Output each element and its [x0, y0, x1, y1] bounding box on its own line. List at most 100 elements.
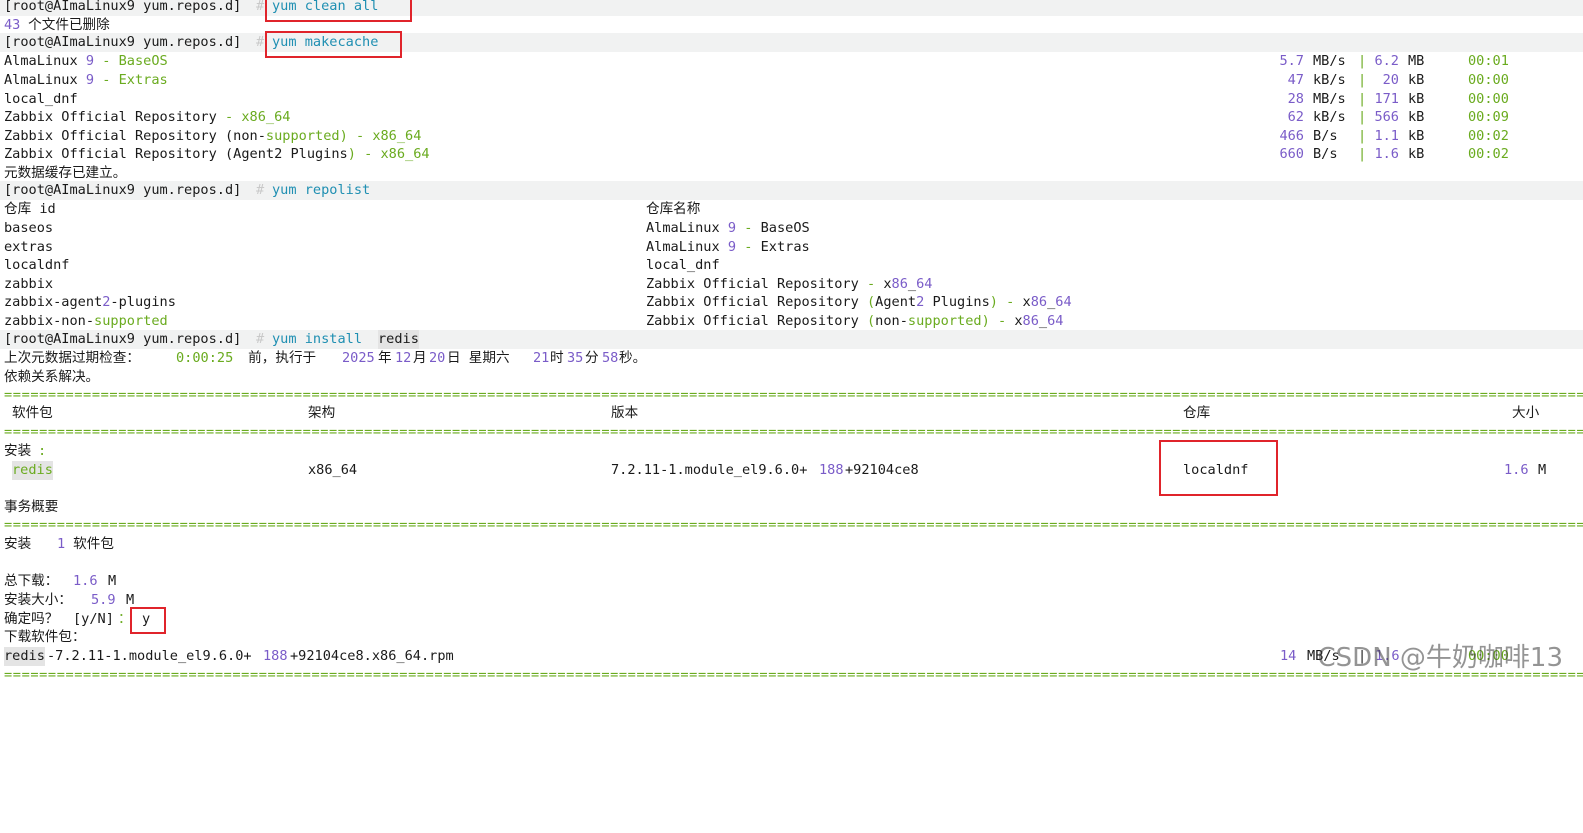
repo-size-unit: MB — [1408, 53, 1425, 69]
repo-speed: 5.7 — [1279, 53, 1304, 69]
resolved-line: 依赖关系解决。 — [0, 368, 1583, 387]
repo-speed-unit: kB/s — [1313, 72, 1346, 88]
repo-size-unit: kB — [1408, 146, 1425, 162]
rpm-part-b: 188 — [263, 648, 288, 664]
repo-speed-unit: kB/s — [1313, 109, 1346, 125]
rpm-part-a: -7.2.11-1.module_el9.6.0+ — [47, 648, 252, 664]
repo-time: 00:09 — [1468, 109, 1509, 125]
package-name: redis — [12, 461, 53, 480]
repo-display-name: Zabbix Official Repository (Agent2 Plugi… — [646, 294, 1072, 310]
repo-time: 00:00 — [1468, 91, 1509, 107]
repo-name: Zabbix Official Repository (Agent2 Plugi… — [4, 146, 430, 162]
repo-display-name: AlmaLinux 9 - Extras — [646, 239, 810, 255]
header-arch: 架构 — [308, 405, 336, 421]
repo-speed: 62 — [1287, 109, 1304, 125]
terminal-line-install-cmd: [root@AImaLinux9 yum.repos.d] # yum inst… — [0, 330, 1583, 349]
rpm-name: redis — [4, 647, 45, 666]
downloading-text: 下载软件包： — [4, 629, 86, 645]
repo-id: baseos — [4, 220, 54, 236]
meta-day-unit: 日 星期六 — [447, 350, 518, 366]
meta-sec-unit: 秒。 — [619, 350, 647, 366]
makecache-repo-line: local_dnf 28 MB/s | 171 kB 00:00 — [0, 90, 1583, 109]
installed-size-label: 安装大小： — [4, 592, 72, 608]
separator-line: ========================================… — [0, 423, 1583, 442]
repo-time: 00:00 — [1468, 72, 1509, 88]
prompt-hash: # — [256, 34, 265, 50]
repo-display-name: Zabbix Official Repository - x86_64 — [646, 276, 933, 292]
confirm-options: [y/N] — [73, 611, 114, 627]
repo-speed-unit: MB/s — [1313, 91, 1346, 107]
command-makecache: yum makecache — [272, 34, 379, 50]
repo-name: Zabbix Official Repository (non-supporte… — [4, 128, 422, 144]
total-download-unit: M — [108, 573, 117, 589]
repo-size-unit: kB — [1408, 109, 1425, 125]
confirm-answer[interactable]: y — [142, 610, 150, 629]
shell-prompt: [root@AImaLinux9 yum.repos.d] — [4, 182, 242, 198]
repo-display-name: local_dnf — [646, 257, 720, 273]
repo-id: zabbix-agent2-plugins — [4, 294, 176, 310]
repo-size: 171 — [1374, 91, 1399, 107]
col-repo-name: 仓库名称 — [646, 201, 701, 217]
prompt-hash: # — [256, 182, 265, 198]
package-version-b: 188 — [819, 462, 844, 478]
makecache-repo-line: AlmaLinux 9 - Extras 47 kB/s | 20 kB 00:00 — [0, 71, 1583, 90]
meta-min: 35 — [567, 350, 584, 366]
makecache-repo-line: Zabbix Official Repository - x86_64 62 kB/… — [0, 108, 1583, 127]
makecache-repo-line: Zabbix Official Repository (non-supporte… — [0, 127, 1583, 146]
col-repo-id: 仓库 id — [4, 201, 56, 217]
shell-prompt: [root@AImaLinux9 yum.repos.d] — [4, 331, 242, 347]
repo-display-name: AlmaLinux 9 - BaseOS — [646, 220, 810, 236]
header-package: 软件包 — [12, 405, 53, 421]
meta-min-unit: 分 — [585, 350, 599, 366]
separator-line: ========================================… — [0, 386, 1583, 405]
repo-size: 1.6 — [1374, 146, 1399, 162]
summary-install-count: 1 — [57, 536, 66, 552]
package-size-unit: M — [1538, 462, 1547, 478]
separator-text: ========================================… — [4, 387, 1583, 403]
meta-hour-unit: 时 — [550, 350, 564, 366]
summary-title: 事务概要 — [0, 498, 1583, 517]
meta-day: 20 — [429, 350, 446, 366]
repolist-header: 仓库 id 仓库名称 — [0, 200, 1583, 219]
terminal-line-makecache-cmd: [root@AImaLinux9 yum.repos.d] # yum make… — [0, 33, 1583, 52]
repo-id: zabbix-non-supported — [4, 313, 168, 329]
total-download-label: 总下载： — [4, 573, 59, 589]
repo-speed: 660 — [1279, 146, 1304, 162]
prompt-hash: # — [256, 0, 265, 14]
installed-size-num: 5.9 — [91, 592, 116, 608]
repo-time: 00:01 — [1468, 53, 1509, 69]
summary-install-unit: 软件包 — [65, 536, 114, 552]
repo-size-unit: kB — [1408, 91, 1425, 107]
meta-prefix: 上次元数据过期检查： — [4, 350, 140, 366]
total-download-line: 总下载： 1.6 M — [0, 572, 1583, 591]
repo-sep: | — [1358, 109, 1367, 125]
repo-size: 1.1 — [1374, 128, 1399, 144]
meta-elapsed: 0:00:25 — [176, 350, 234, 366]
repo-size: 566 — [1374, 109, 1399, 125]
package-size-num: 1.6 — [1504, 462, 1529, 478]
installed-size-unit: M — [126, 592, 135, 608]
makecache-repo-line: Zabbix Official Repository (Agent2 Plugi… — [0, 145, 1583, 164]
summary-install-label: 安装 — [4, 536, 48, 552]
meta-mid: 前，执行于 — [240, 350, 325, 366]
repo-size-unit: kB — [1408, 128, 1425, 144]
command-clean: yum clean all — [272, 0, 379, 14]
separator-line: ========================================… — [0, 516, 1583, 535]
terminal-line-clean-cmd: [root@AImaLinux9 yum.repos.d] # yum clea… — [0, 0, 1583, 16]
package-version-c: +92104ce8 — [845, 462, 919, 478]
repo-speed: 47 — [1287, 72, 1304, 88]
package-repo: localdnf — [1183, 462, 1249, 478]
repo-speed: 28 — [1287, 91, 1304, 107]
terminal-line-repolist-cmd: [root@AImaLinux9 yum.repos.d] # yum repo… — [0, 181, 1583, 200]
rpm-part-c: +92104ce8.x86_64.rpm — [290, 648, 454, 664]
repo-display-name: Zabbix Official Repository (non-supporte… — [646, 313, 1064, 329]
repo-size-unit: kB — [1408, 72, 1425, 88]
repolist-row: zabbix Zabbix Official Repository - x86_6… — [0, 275, 1583, 294]
repolist-row: baseos AlmaLinux 9 - BaseOS — [0, 219, 1583, 238]
repo-time: 00:02 — [1468, 146, 1509, 162]
repo-time: 00:02 — [1468, 128, 1509, 144]
command-install: yum install — [272, 331, 371, 347]
repo-sep: | — [1358, 128, 1367, 144]
meta-year-unit: 年 — [378, 350, 392, 366]
confirm-colon: ： — [118, 611, 132, 627]
